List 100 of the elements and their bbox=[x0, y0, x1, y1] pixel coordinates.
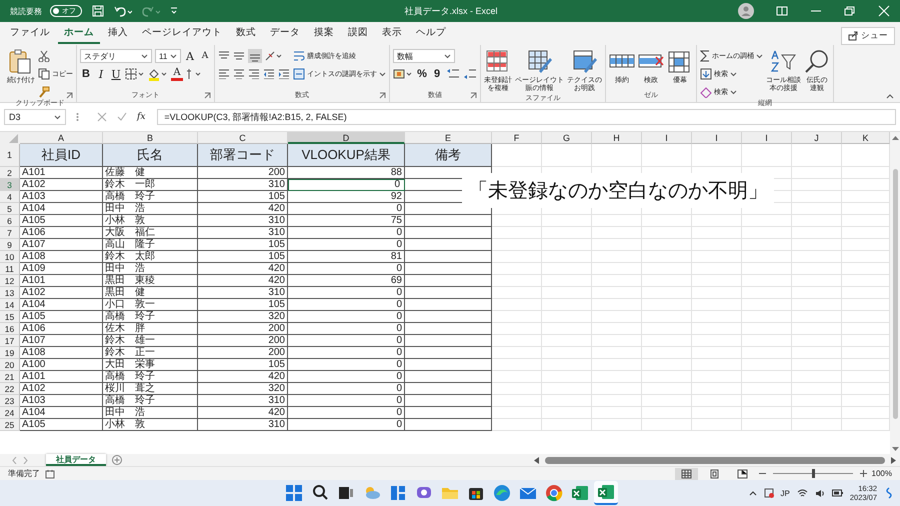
format-button[interactable]: 9 bbox=[431, 68, 443, 80]
table-cell: 0 bbox=[288, 239, 405, 251]
row-header[interactable]: 22 bbox=[0, 383, 20, 395]
format-button[interactable]: U bbox=[110, 68, 122, 80]
menu-tab[interactable]: 摸案 bbox=[308, 23, 340, 44]
menu-tab[interactable]: ファイル bbox=[4, 23, 56, 44]
table-cell: 鈴木 正一 bbox=[103, 347, 198, 359]
name-box[interactable]: D3 bbox=[4, 109, 66, 125]
column-header[interactable]: G bbox=[542, 132, 592, 144]
row-header[interactable]: 5 bbox=[0, 203, 20, 215]
table-cell: 310 bbox=[198, 215, 288, 227]
table-cell: A107 bbox=[20, 335, 103, 347]
table-cell: 320 bbox=[198, 383, 288, 395]
table-cell: A105 bbox=[20, 419, 103, 431]
table-cell: A101 bbox=[20, 275, 103, 287]
row-header[interactable]: 1 bbox=[0, 144, 20, 167]
table-cell: 0 bbox=[288, 383, 405, 395]
row-header[interactable]: 25 bbox=[0, 419, 20, 431]
column-header[interactable]: H bbox=[592, 132, 642, 144]
table-cell: A107 bbox=[20, 239, 103, 251]
table-cell: 310 bbox=[198, 227, 288, 239]
table-cell: A106 bbox=[20, 227, 103, 239]
menu-tab[interactable]: 謨図 bbox=[342, 23, 374, 44]
share-button[interactable]: シュー bbox=[841, 26, 895, 44]
row-header[interactable]: 10 bbox=[0, 251, 20, 263]
language-indicator[interactable]: JP bbox=[780, 488, 790, 498]
window-title: 社員データ.xlsx - Excel bbox=[404, 4, 498, 18]
grow-font-button[interactable]: A bbox=[184, 50, 196, 62]
table-cell: A102 bbox=[20, 383, 103, 395]
format-button[interactable]: B bbox=[80, 68, 92, 80]
row-header[interactable]: 16 bbox=[0, 323, 20, 335]
column-heading: 社員ID bbox=[20, 144, 103, 167]
table-cell: 310 bbox=[198, 179, 288, 191]
table-cell: 81 bbox=[288, 251, 405, 263]
table-cell: 高橋 玲子 bbox=[103, 395, 198, 407]
row-header[interactable]: 6 bbox=[0, 215, 20, 227]
table-cell: 0 bbox=[288, 359, 405, 371]
font-size-field[interactable]: 11 bbox=[155, 49, 181, 63]
zoom-level[interactable]: 100% bbox=[872, 469, 892, 478]
menu-tab[interactable]: 挿入 bbox=[102, 23, 134, 44]
row-header[interactable]: 19 bbox=[0, 347, 20, 359]
table-cell: 420 bbox=[198, 371, 288, 383]
column-header[interactable]: D bbox=[288, 132, 405, 144]
column-header[interactable]: I bbox=[692, 132, 742, 144]
row-header[interactable]: 4 bbox=[0, 191, 20, 203]
table-cell: 200 bbox=[198, 347, 288, 359]
format-button[interactable]: % bbox=[416, 68, 428, 80]
table-cell: 320 bbox=[198, 311, 288, 323]
format-button[interactable]: I bbox=[95, 68, 107, 80]
table-cell: 大阪 福仁 bbox=[103, 227, 198, 239]
table-cell: 桜川 葺之 bbox=[103, 383, 198, 395]
row-header[interactable]: 15 bbox=[0, 311, 20, 323]
formula-field[interactable]: =VLOOKUP(C3, 部署情報!A2:B15, 2, FALSE) bbox=[157, 109, 896, 125]
table-cell: 105 bbox=[198, 191, 288, 203]
table-cell: 鈴木 雄一 bbox=[103, 335, 198, 347]
column-header[interactable]: I bbox=[742, 132, 792, 144]
table-cell: A104 bbox=[20, 203, 103, 215]
font-field[interactable]: ステダリ bbox=[80, 49, 152, 63]
row-header[interactable]: 3 bbox=[0, 179, 20, 191]
row-header[interactable]: 24 bbox=[0, 407, 20, 419]
menu-tab[interactable]: ヘルプ bbox=[410, 23, 452, 44]
row-header[interactable]: 20 bbox=[0, 359, 20, 371]
table-cell: 92 bbox=[288, 191, 405, 203]
table-cell: 0 bbox=[288, 419, 405, 431]
menu-tab[interactable]: 数式 bbox=[230, 23, 262, 44]
table-cell: 小口 敦一 bbox=[103, 299, 198, 311]
column-heading: 備考 bbox=[405, 144, 492, 167]
sheet-tab[interactable]: 社員データ bbox=[46, 454, 106, 466]
table-cell: 0 bbox=[288, 203, 405, 215]
table-cell: A109 bbox=[20, 263, 103, 275]
column-header[interactable]: J bbox=[792, 132, 842, 144]
insert-function-button[interactable]: fx bbox=[137, 112, 146, 122]
row-header[interactable]: 14 bbox=[0, 299, 20, 311]
row-header[interactable]: 9 bbox=[0, 239, 20, 251]
menu-tab[interactable]: 表示 bbox=[376, 23, 408, 44]
table-cell: 88 bbox=[288, 167, 405, 179]
table-cell: A108 bbox=[20, 347, 103, 359]
table-cell: 0 bbox=[288, 395, 405, 407]
row-header[interactable]: 21 bbox=[0, 371, 20, 383]
table-cell: A103 bbox=[20, 191, 103, 203]
row-header[interactable]: 23 bbox=[0, 395, 20, 407]
table-cell: A102 bbox=[20, 179, 103, 191]
row-header[interactable]: 17 bbox=[0, 335, 20, 347]
column-header[interactable]: F bbox=[492, 132, 542, 144]
number-format-field[interactable]: 数幅 bbox=[393, 49, 455, 63]
menu-tab[interactable]: ページレイアウト bbox=[136, 23, 228, 44]
row-header[interactable]: 7 bbox=[0, 227, 20, 239]
table-cell: 200 bbox=[198, 323, 288, 335]
table-cell: 420 bbox=[198, 275, 288, 287]
menu-tab[interactable]: データ bbox=[264, 23, 306, 44]
table-cell: 0 bbox=[288, 311, 405, 323]
column-header[interactable]: I bbox=[642, 132, 692, 144]
table-cell: 0 bbox=[288, 227, 405, 239]
row-header[interactable]: 13 bbox=[0, 287, 20, 299]
shrink-font-button[interactable]: A bbox=[199, 51, 211, 61]
row-header[interactable]: 12 bbox=[0, 275, 20, 287]
row-header[interactable]: 11 bbox=[0, 263, 20, 275]
row-header[interactable]: 2 bbox=[0, 167, 20, 179]
font-color-button[interactable]: A bbox=[171, 68, 183, 80]
table-cell: 0 bbox=[288, 323, 405, 335]
